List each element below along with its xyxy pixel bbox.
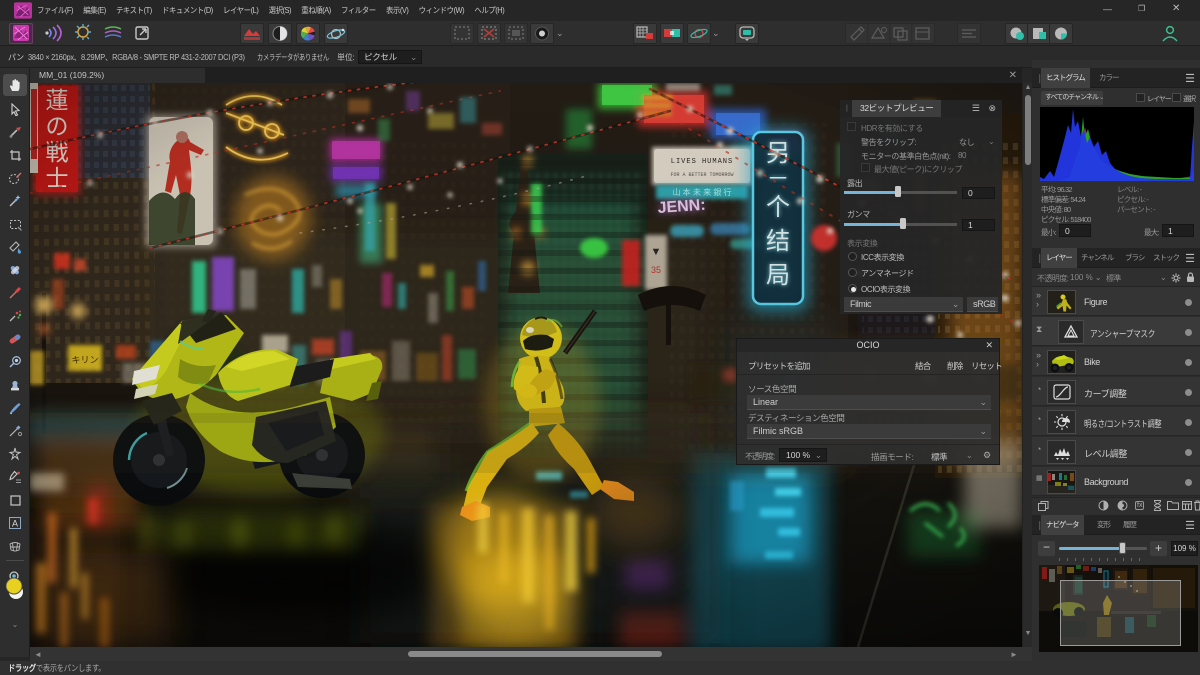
svg-text:A: A [12, 519, 18, 529]
